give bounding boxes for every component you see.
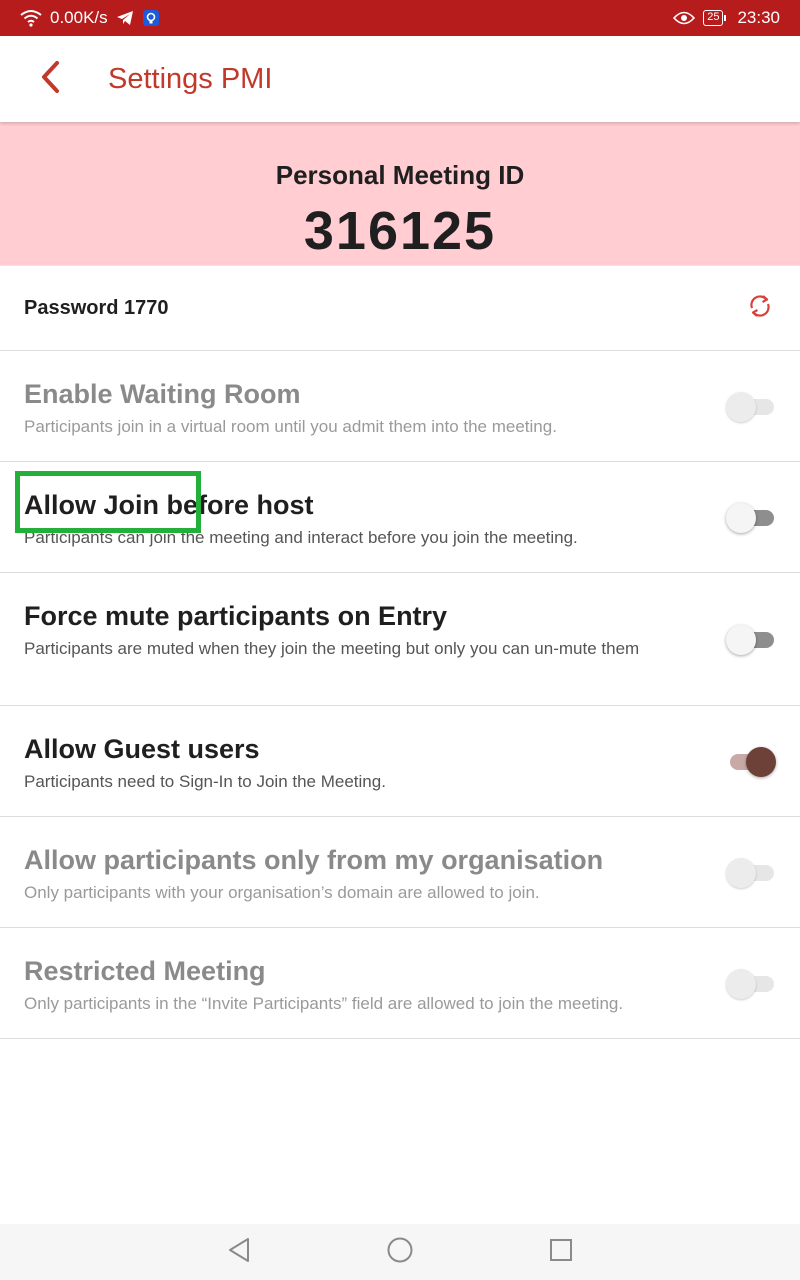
toggle-thumb [726, 969, 756, 999]
guest-users-toggle[interactable] [726, 746, 776, 777]
setting-title: Force mute participants on Entry [24, 601, 448, 631]
refresh-password-button[interactable] [744, 292, 776, 324]
nav-back-button[interactable] [216, 1229, 262, 1275]
join-before-host-toggle[interactable] [726, 502, 774, 533]
app-bar: Settings PMI [0, 36, 800, 122]
battery-icon: 25 [703, 10, 727, 26]
setting-title: Enable Waiting Room [24, 379, 301, 409]
force-mute-toggle[interactable] [726, 624, 774, 655]
page-title: Settings PMI [108, 62, 273, 95]
refresh-icon [746, 292, 774, 325]
setting-description: Only participants with your organisation… [24, 883, 540, 902]
setting-description: Participants join in a virtual room unti… [24, 417, 557, 436]
clock: 23:30 [737, 8, 780, 27]
setting-title: Allow participants only from my organisa… [24, 845, 604, 875]
network-speed: 0.00K/s [50, 8, 108, 27]
setting-title: Allow Join before host [24, 490, 314, 520]
setting-row-join-before-host: Allow Join before host Participants can … [0, 462, 800, 573]
back-button[interactable] [20, 49, 80, 109]
status-bar-left: 0.00K/s [20, 8, 160, 28]
setting-description: Only participants in the “Invite Partici… [24, 994, 624, 1013]
nav-home-button[interactable] [377, 1229, 423, 1275]
nav-recents-button[interactable] [538, 1229, 584, 1275]
recents-square-icon [549, 1238, 573, 1267]
setting-description: Participants can join the meeting and in… [24, 528, 578, 547]
waiting-room-toggle[interactable] [726, 391, 774, 422]
password-row: Password 1770 [0, 265, 800, 351]
telegram-icon [116, 10, 134, 26]
setting-description: Participants are muted when they join th… [24, 639, 640, 658]
toggle-thumb [726, 625, 756, 655]
wifi-icon [20, 9, 42, 27]
status-bar: 0.00K/s 25 23:30 [0, 0, 800, 36]
password-text: Password 1770 [24, 296, 169, 319]
home-circle-icon [386, 1236, 414, 1269]
back-triangle-icon [227, 1237, 251, 1268]
organisation-only-toggle[interactable] [726, 857, 774, 888]
setting-description: Participants need to Sign-In to Join the… [24, 772, 386, 791]
status-bar-right: 25 23:30 [673, 8, 780, 28]
setting-row-force-mute: Force mute participants on Entry Partici… [0, 573, 800, 706]
pmi-label: Personal Meeting ID [275, 160, 525, 190]
setting-title: Allow Guest users [24, 734, 260, 764]
setting-row-waiting-room: Enable Waiting Room Participants join in… [0, 351, 800, 462]
pmi-number: 316125 [303, 201, 497, 261]
vpn-shield-icon [142, 9, 160, 27]
restricted-meeting-toggle[interactable] [726, 968, 774, 999]
toggle-thumb [726, 858, 756, 888]
setting-row-organisation-only: Allow participants only from my organisa… [0, 817, 800, 928]
system-nav-bar [0, 1224, 800, 1280]
pmi-panel: Personal Meeting ID 316125 [0, 122, 800, 265]
setting-title: Restricted Meeting [24, 956, 266, 986]
setting-row-guest-users: Allow Guest users Participants need to S… [0, 706, 800, 817]
chevron-left-icon [39, 60, 61, 99]
eye-icon [673, 11, 696, 25]
toggle-thumb [726, 392, 756, 422]
toggle-thumb [726, 503, 756, 533]
setting-row-restricted-meeting: Restricted Meeting Only participants in … [0, 928, 800, 1039]
toggle-thumb [746, 747, 776, 777]
